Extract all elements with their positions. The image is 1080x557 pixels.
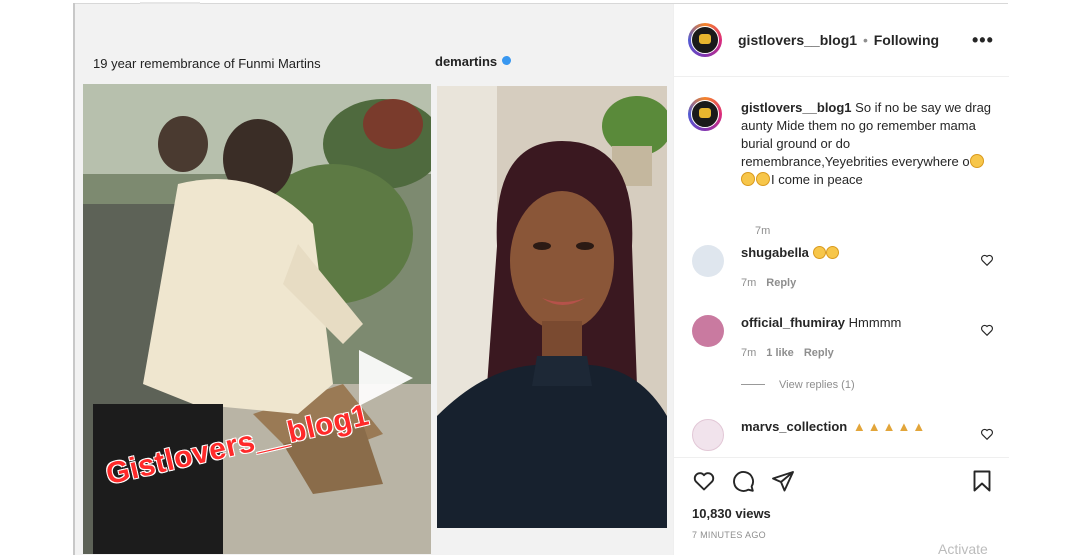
post-timestamp: 7 MINUTES AGO — [692, 530, 766, 540]
comment-like-heart-icon[interactable] — [980, 253, 994, 267]
caption-timestamp: 7m — [755, 225, 771, 237]
emoji-icon — [756, 172, 770, 186]
header-user-line: gistlovers__blog1 • Following — [738, 32, 939, 48]
portrait-scene — [437, 86, 667, 528]
comment-text: marvs_collection ▲ ▲ ▲ ▲ ▲ — [741, 419, 971, 435]
commenter-avatar[interactable] — [692, 245, 724, 277]
following-button[interactable]: Following — [874, 32, 939, 48]
comment-body: Hmmmm — [848, 315, 902, 330]
sad-emoji-icon — [825, 246, 839, 259]
view-replies-text: View replies (1) — [779, 379, 855, 391]
reply-button[interactable]: Reply — [804, 347, 834, 359]
comment-icon[interactable] — [731, 469, 755, 493]
comment-item: shugabella 7m Reply — [688, 245, 998, 297]
reply-button[interactable]: Reply — [766, 277, 796, 289]
left-caption: 19 year remembrance of Funmi Martins — [93, 56, 321, 71]
more-icon[interactable]: ••• — [972, 30, 994, 51]
comment-time: 7m — [741, 277, 757, 289]
comment-item: marvs_collection ▲ ▲ ▲ ▲ ▲ — [688, 419, 998, 457]
post-header: gistlovers__blog1 • Following ••• — [674, 4, 1009, 77]
comment-meta: 7m Reply — [741, 277, 806, 289]
comment-like-heart-icon[interactable] — [980, 323, 994, 337]
sad-emoji-icon — [812, 246, 826, 259]
right-caption-text: demartins — [435, 54, 498, 69]
video-thumbnail[interactable]: Gistlovers__blog1 — [83, 84, 431, 554]
right-caption: demartins — [435, 54, 512, 69]
comment-username[interactable]: shugabella — [741, 245, 809, 260]
bookmark-icon[interactable] — [970, 469, 994, 493]
logo-mark — [699, 34, 711, 44]
emoji-icon — [969, 154, 984, 168]
view-replies-link[interactable]: View replies (1) — [741, 379, 855, 391]
comment-text: official_fhumiray Hmmmm — [741, 315, 971, 331]
replies-line — [741, 384, 765, 385]
comment-username[interactable]: official_fhumiray — [741, 315, 845, 330]
comment-likes[interactable]: 1 like — [766, 347, 794, 359]
praying-hands-icon: ▲ — [912, 419, 926, 434]
media-collage: 19 year remembrance of Funmi Martins dem… — [75, 4, 673, 555]
praying-hands-icon: ▲ — [897, 419, 911, 434]
header-separator: • — [862, 32, 868, 48]
comment-text: shugabella — [741, 245, 971, 261]
header-username[interactable]: gistlovers__blog1 — [738, 32, 857, 48]
caption-avatar[interactable] — [688, 97, 722, 131]
header-avatar[interactable] — [688, 23, 722, 57]
portrait-photo — [437, 86, 667, 528]
verified-icon — [502, 56, 512, 65]
praying-hands-icon: ▲ — [852, 419, 866, 434]
avatar-image — [691, 100, 719, 128]
emoji-icon — [741, 172, 755, 186]
caption-text: gistlovers__blog1 So if no be say we dra… — [741, 99, 993, 189]
comment-meta: 7m 1 like Reply — [741, 347, 844, 359]
logo-mark — [699, 108, 711, 118]
comment-username[interactable]: marvs_collection — [741, 419, 847, 434]
view-count: 10,830 views — [692, 506, 771, 521]
praying-hands-icon: ▲ — [882, 419, 896, 434]
commenter-avatar[interactable] — [692, 419, 724, 451]
avatar-image — [691, 26, 719, 54]
caption-body-end: I come in peace — [771, 172, 863, 187]
praying-hands-icon: ▲ — [867, 419, 881, 434]
share-icon[interactable] — [771, 469, 795, 493]
heart-icon[interactable] — [692, 469, 716, 493]
activate-windows-watermark: Activate — [938, 541, 988, 557]
caption-username[interactable]: gistlovers__blog1 — [741, 100, 852, 115]
comment-item: official_fhumiray Hmmmm 7m 1 like Reply — [688, 315, 998, 367]
post-media[interactable]: 19 year remembrance of Funmi Martins dem… — [75, 4, 673, 555]
commenter-avatar[interactable] — [692, 315, 724, 347]
comment-time: 7m — [741, 347, 757, 359]
comment-like-heart-icon[interactable] — [980, 427, 994, 441]
post-sidebar: gistlovers__blog1 • Following ••• gistlo… — [673, 4, 1009, 555]
comments-section[interactable]: gistlovers__blog1 So if no be say we dra… — [674, 77, 1009, 457]
